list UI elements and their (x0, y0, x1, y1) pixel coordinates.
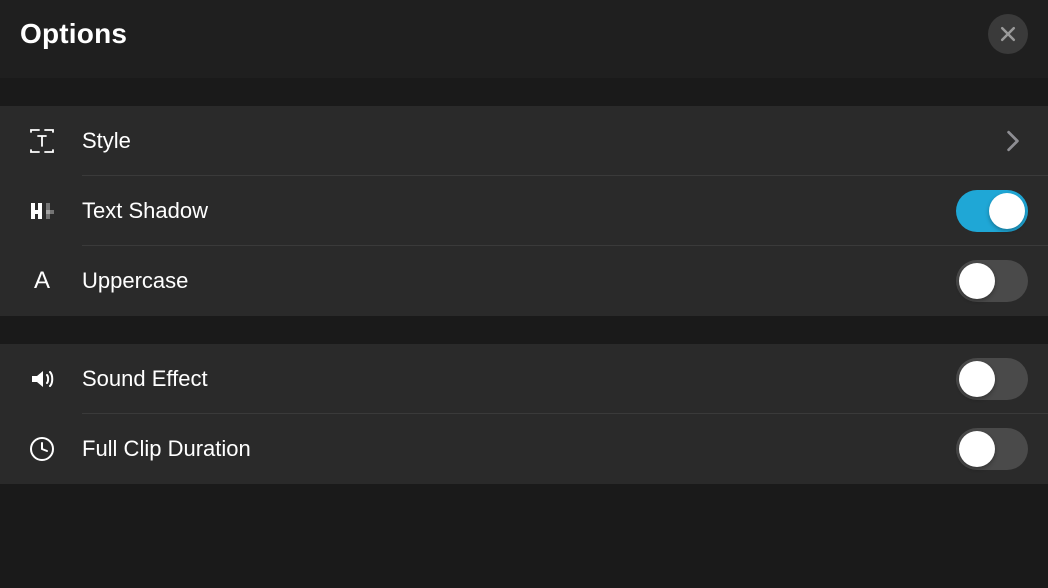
close-button[interactable] (988, 14, 1028, 54)
row-text-shadow-label: Text Shadow (82, 198, 956, 224)
text-style-icon (26, 125, 58, 157)
toggle-knob (959, 431, 995, 467)
text-shadow-icon (26, 195, 58, 227)
row-uppercase: A Uppercase (0, 246, 1048, 316)
section-spacer (0, 316, 1048, 344)
section-style-group: Style Text Shadow A Uppercase (0, 106, 1048, 316)
toggle-knob (989, 193, 1025, 229)
row-uppercase-label: Uppercase (82, 268, 956, 294)
clock-icon (26, 433, 58, 465)
page-title: Options (20, 18, 127, 50)
header: Options (0, 0, 1048, 78)
toggle-knob (959, 361, 995, 397)
row-style[interactable]: Style (0, 106, 1048, 176)
speaker-icon (26, 363, 58, 395)
row-sound-effect-label: Sound Effect (82, 366, 956, 392)
row-full-clip-duration-label: Full Clip Duration (82, 436, 956, 462)
row-sound-effect: Sound Effect (0, 344, 1048, 414)
close-icon (998, 24, 1018, 44)
uppercase-icon: A (26, 265, 58, 297)
toggle-full-clip-duration[interactable] (956, 428, 1028, 470)
toggle-knob (959, 263, 995, 299)
row-full-clip-duration: Full Clip Duration (0, 414, 1048, 484)
toggle-text-shadow[interactable] (956, 190, 1028, 232)
section-playback-group: Sound Effect Full Clip Duration (0, 344, 1048, 484)
toggle-sound-effect[interactable] (956, 358, 1028, 400)
section-spacer (0, 78, 1048, 106)
row-text-shadow: Text Shadow (0, 176, 1048, 246)
row-style-label: Style (82, 128, 1006, 154)
chevron-right-icon (1006, 130, 1020, 152)
toggle-uppercase[interactable] (956, 260, 1028, 302)
